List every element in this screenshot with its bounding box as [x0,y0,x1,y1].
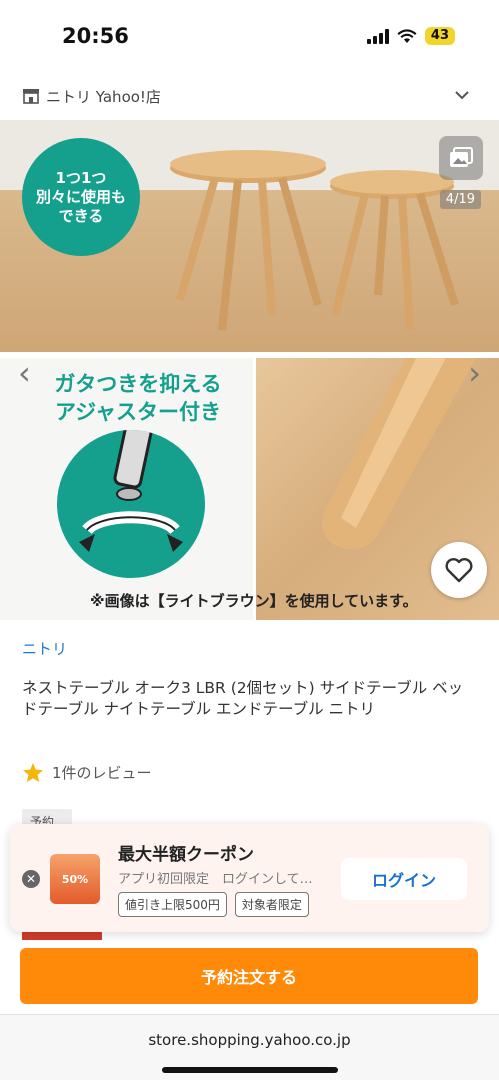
review-summary[interactable]: 1件のレビュー [22,762,152,783]
feature-heading: ガタつきを抑える アジャスター付き [54,372,222,424]
coupon-thumbnail: 50% [50,854,100,904]
favorite-button[interactable] [431,542,487,598]
heart-icon [445,558,473,583]
browser-url-bar[interactable]: store.shopping.yahoo.co.jp [0,1014,499,1080]
store-icon [23,89,39,104]
previous-image-arrow[interactable]: ‹ [18,354,31,392]
chevron-down-icon[interactable] [453,86,471,104]
url-text: store.shopping.yahoo.co.jp [148,1031,351,1049]
review-count: 1件のレビュー [52,764,152,782]
brand-link[interactable]: ニトリ [22,638,67,659]
adjuster-illustration [57,430,205,578]
store-header[interactable]: ニトリ Yahoo!店 [0,76,499,116]
status-time: 20:56 [62,24,129,48]
coupon-tag: 値引き上限500円 [118,892,227,917]
status-bar: 20:56 43 [0,0,499,70]
coupon-title: 最大半額クーポン [118,845,254,865]
coupon-tag: 対象者限定 [234,892,309,917]
next-image-arrow[interactable]: › [468,354,481,392]
signal-icon [366,28,389,44]
gallery-icon[interactable] [439,136,483,180]
image-counter: 4/19 [439,190,481,209]
product-image-gallery[interactable]: 1つ1つ 別々に使用も できる 4/19 ガタつきを抑える アジャスター付き ‹… [0,120,499,620]
status-icons: 43 [366,27,455,45]
login-button[interactable]: ログイン [341,858,467,900]
image-stack-icon [450,147,473,167]
close-icon[interactable]: ✕ [22,870,40,888]
feature-badge: 1つ1つ 別々に使用も できる [22,138,140,256]
coupon-subtitle: アプリ初回限定 ログインして… [118,872,313,887]
star-icon [23,763,43,782]
wifi-icon [397,28,417,43]
coupon-banner: ✕ 50% 最大半額クーポン アプリ初回限定 ログインして… 値引き上限500円… [10,824,489,932]
coupon-tags: 値引き上限500円 対象者限定 [118,892,309,917]
home-indicator [162,1067,338,1073]
image-caption: ※画像は【ライトブラウン】を使用しています。 [90,592,418,610]
battery-indicator: 43 [424,27,455,45]
reserve-order-button[interactable]: 予約注文する [20,948,478,1004]
product-title: ネストテーブル オーク3 LBR (2個セット) サイドテーブル ベッドテーブル… [22,679,464,718]
store-name: ニトリ Yahoo!店 [46,87,161,106]
